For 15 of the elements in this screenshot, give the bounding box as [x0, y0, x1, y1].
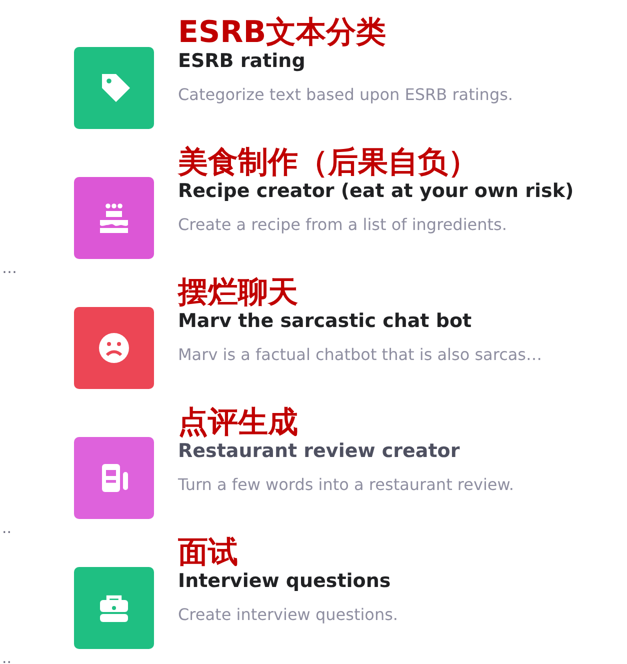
truncated-text: .. [2, 519, 12, 537]
truncated-text: … [2, 259, 17, 277]
app-description: Turn a few words into a restaurant review. [178, 474, 514, 496]
app-tile[interactable] [74, 437, 154, 519]
app-description: Create interview questions. [178, 604, 398, 626]
app-description: Create a recipe from a list of ingredients. [178, 214, 507, 236]
app-tile[interactable] [74, 567, 154, 649]
app-tile[interactable] [74, 177, 154, 259]
app-tile[interactable] [74, 307, 154, 389]
truncated-text: .. [2, 649, 12, 664]
app-tile[interactable] [74, 47, 154, 129]
cake-icon [98, 202, 130, 234]
app-description: Marv is a factual chatbot that is also sarcas… [178, 344, 542, 366]
frown-face-icon [98, 332, 130, 364]
app-description: Categorize text based upon ESRB ratings. [178, 84, 514, 106]
